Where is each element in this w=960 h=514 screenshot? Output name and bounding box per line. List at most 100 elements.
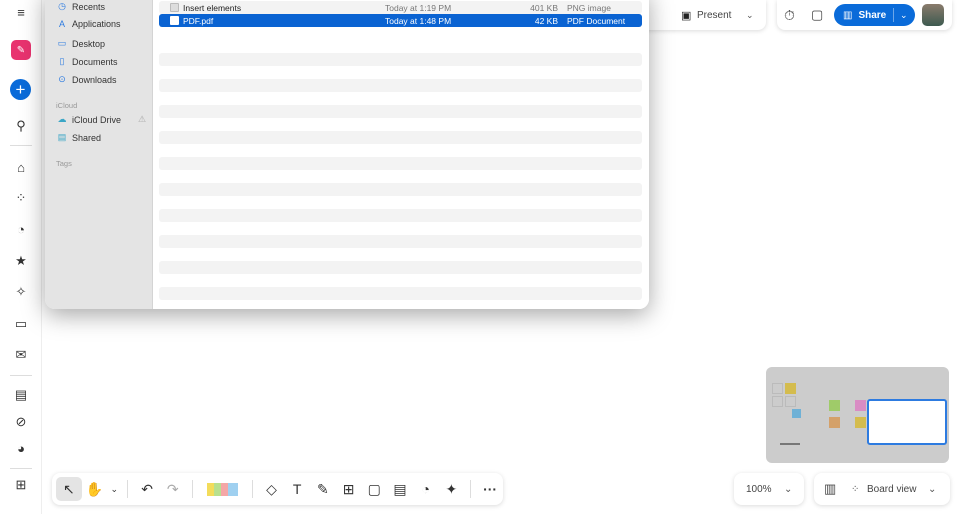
empty-row <box>159 183 642 196</box>
timer-icon[interactable]: ⏱ <box>784 7 795 24</box>
sidebar-item-shared[interactable]: ▤ Shared <box>57 132 101 143</box>
divider <box>10 145 32 146</box>
zoom-chevron-down-icon[interactable]: ⌄ <box>784 484 792 495</box>
empty-row <box>159 53 642 66</box>
present-chevron-down-icon[interactable]: ⌄ <box>746 10 754 21</box>
bottom-toolbar: ↖ ✋ ⌄ ↶ ↷ ◇ T ✎ ⊞ ▢ ▤ ◔ ✦ ··· <box>52 473 503 505</box>
diagram-icon[interactable]: ◔ <box>413 481 439 497</box>
share-chevron-down-icon[interactable]: ⌄ <box>900 10 908 21</box>
pdf-file-icon <box>170 16 179 25</box>
apps-icon: A <box>58 19 65 29</box>
share-label: Share <box>858 9 887 21</box>
text-icon[interactable]: T <box>284 481 310 497</box>
minimap-scale <box>780 443 800 445</box>
pen-icon[interactable]: ✎ <box>310 481 336 498</box>
sidebar-item-icloud-drive[interactable]: ☁ iCloud Drive ⚠ <box>57 114 147 125</box>
apps-icon[interactable]: ⁘ <box>11 188 31 208</box>
empty-row <box>159 157 642 170</box>
clock-icon: ◷ <box>58 1 66 11</box>
tags-header: Tags <box>56 159 72 168</box>
inbox-icon[interactable]: ▭ <box>11 314 31 334</box>
sidebar-item-desktop[interactable]: ▭ Desktop <box>57 38 105 49</box>
empty-row <box>159 105 642 118</box>
finder-sidebar: ◷ Recents A Applications ▭ Desktop ▯ Documen… <box>45 0 153 309</box>
share-button[interactable]: ▥ Share ⌄ <box>834 4 915 26</box>
zoom-value: 100% <box>746 483 772 495</box>
view-chevron-down-icon[interactable]: ⌄ <box>928 484 936 495</box>
redo-icon[interactable]: ↷ <box>160 481 186 498</box>
empty-row <box>159 287 642 300</box>
view-control: ▥ ⁘ Board view ⌄ <box>814 473 950 505</box>
board-view-button[interactable]: Board view <box>867 484 916 495</box>
minimap[interactable] <box>766 367 949 463</box>
divider <box>10 468 32 469</box>
compass-icon[interactable]: ⊘ <box>11 412 31 432</box>
app-logo-icon[interactable]: ✎ <box>11 40 31 60</box>
comment-icon[interactable]: ▢ <box>811 7 823 23</box>
shared-folder-icon: ▤ <box>57 132 67 142</box>
select-tool-icon[interactable]: ↖ <box>56 477 82 501</box>
templates-icon[interactable]: ▤ <box>11 385 31 405</box>
star-icon[interactable]: ★ <box>11 251 31 271</box>
present-button[interactable]: Present <box>697 10 731 21</box>
ai-sparkle-icon[interactable]: ✦ <box>439 481 465 498</box>
empty-row <box>159 131 642 144</box>
warning-icon: ⚠ <box>138 114 147 124</box>
sidebar-item-downloads[interactable]: ⊙ Downloads <box>57 74 116 85</box>
cloud-icon: ☁ <box>57 114 67 124</box>
minimap-item <box>785 383 796 394</box>
sidebar-item-applications[interactable]: A Applications <box>57 19 121 29</box>
comment-icon[interactable]: ▢ <box>361 481 387 498</box>
more-icon[interactable]: ··· <box>477 481 503 497</box>
user-avatar[interactable] <box>922 4 944 26</box>
integrations-icon[interactable]: ✧ <box>11 282 31 302</box>
document-icon: ▯ <box>59 56 65 66</box>
zoom-control[interactable]: 100% ⌄ <box>734 473 804 505</box>
minimap-item <box>785 396 796 407</box>
collapse-menu-icon[interactable]: ≡ <box>11 2 31 22</box>
minimap-item <box>829 417 840 428</box>
minimap-item <box>792 409 801 418</box>
desktop-icon: ▭ <box>57 38 67 48</box>
file-list: Insert elements Today at 1:19 PM 401 KB PNG… <box>153 0 649 309</box>
present-icon: ▣ <box>681 9 692 22</box>
file-picker-dialog: ◷ Recents A Applications ▭ Desktop ▯ Documen… <box>45 0 649 309</box>
empty-row <box>159 235 642 248</box>
minimap-item <box>855 400 866 411</box>
community-icon[interactable]: ◕ <box>11 438 31 458</box>
sidebar-item-recents[interactable]: ◷ Recents <box>57 1 105 12</box>
minimap-item <box>855 417 866 428</box>
card-icon[interactable]: ▤ <box>387 481 413 498</box>
sticky-notes-icon[interactable] <box>206 482 238 496</box>
empty-row <box>159 209 642 222</box>
hand-tool-icon[interactable]: ✋ <box>82 481 108 498</box>
building-icon: ▥ <box>843 9 853 21</box>
icloud-header: iCloud <box>56 101 78 110</box>
board-view-icon: ⁘ <box>851 483 860 495</box>
home-icon[interactable]: ⌂ <box>11 157 31 177</box>
file-row-selected[interactable]: PDF.pdf Today at 1:48 PM 42 KB PDF Document <box>159 14 642 27</box>
header-actions: ⏱ ▢ ▥ Share ⌄ <box>777 0 952 30</box>
table-icon[interactable]: ⊞ <box>336 481 362 498</box>
divider <box>10 375 32 376</box>
empty-row <box>159 79 642 92</box>
minimap-item <box>772 396 783 407</box>
shapes-icon[interactable]: ◇ <box>259 481 285 498</box>
undo-icon[interactable]: ↶ <box>134 481 160 498</box>
minimap-item <box>772 383 783 394</box>
sidebar-item-documents[interactable]: ▯ Documents <box>57 56 118 67</box>
empty-row <box>159 261 642 274</box>
download-icon: ⊙ <box>58 74 66 84</box>
mail-icon[interactable]: ✉ <box>11 345 31 365</box>
create-plus-icon[interactable]: + <box>10 79 31 100</box>
minimap-viewport[interactable] <box>867 399 947 445</box>
frames-icon[interactable]: ▥ <box>824 481 836 497</box>
minimap-item <box>829 400 840 411</box>
left-rail: ≡ ✎ + ⚲ ⌂ ⁘ ◔ ★ ✧ ▭ ✉ ▤ ⊘ ◕ ⊞ <box>0 0 42 514</box>
chevron-down-icon[interactable]: ⌄ <box>107 484 121 495</box>
more-apps-grid-icon[interactable]: ⊞ <box>11 475 31 495</box>
file-row[interactable]: Insert elements Today at 1:19 PM 401 KB PNG… <box>159 1 642 14</box>
image-file-icon <box>170 3 179 12</box>
search-icon[interactable]: ⚲ <box>11 116 31 136</box>
clock-icon[interactable]: ◔ <box>11 219 31 239</box>
